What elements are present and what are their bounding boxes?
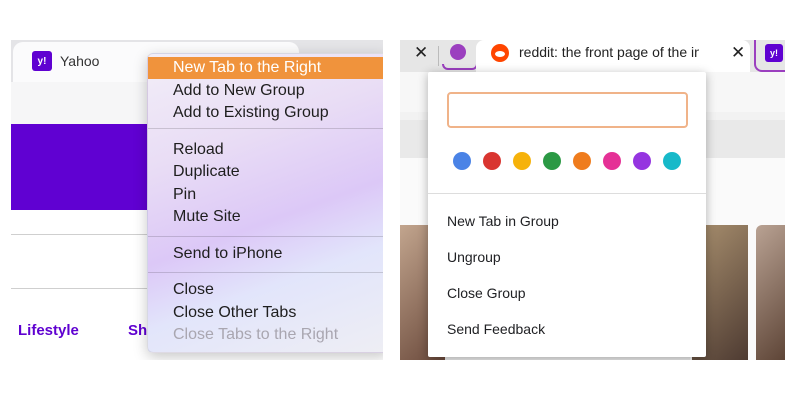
color-swatch[interactable] (543, 152, 561, 170)
left-browser-screenshot: y! Yahoo Lifestyle Sh New Tab to the Rig… (11, 40, 383, 360)
menu-item-close-other-tabs[interactable]: Close Other Tabs (148, 302, 383, 324)
photo-thumbnail (756, 225, 785, 360)
group-name-input[interactable] (447, 92, 688, 128)
menu-item-close[interactable]: Close (148, 279, 383, 301)
color-swatch[interactable] (633, 152, 651, 170)
color-swatch[interactable] (573, 152, 591, 170)
nav-link-lifestyle[interactable]: Lifestyle (18, 322, 79, 339)
menu-separator (148, 236, 383, 237)
color-swatch[interactable] (513, 152, 531, 170)
menu-separator (148, 272, 383, 273)
color-swatch[interactable] (483, 152, 501, 170)
menu-item-close-group[interactable]: Close Group (447, 285, 526, 301)
menu-item-ungroup[interactable]: Ungroup (447, 249, 501, 265)
menu-item-duplicate[interactable]: Duplicate (148, 161, 383, 183)
tab-title: Yahoo (60, 53, 100, 69)
tab-group-editor-popup: New Tab in Group Ungroup Close Group Sen… (428, 72, 706, 357)
menu-item-mute-site[interactable]: Mute Site (148, 206, 383, 228)
menu-item-close-tabs-right: Close Tabs to the Right (173, 326, 339, 343)
menu-item-new-tab-in-group[interactable]: New Tab in Group (447, 213, 559, 229)
menu-item-add-existing-group[interactable]: Add to Existing Group (148, 102, 383, 124)
reddit-tab[interactable]: reddit: the front page of the inter ✕ (476, 40, 750, 72)
yahoo-favicon-icon: y! (32, 51, 52, 71)
reddit-icon (491, 44, 509, 62)
menu-item-send-feedback[interactable]: Send Feedback (447, 321, 545, 337)
menu-item-pin[interactable]: Pin (148, 184, 383, 206)
divider (428, 193, 706, 194)
menu-item-send-to-iphone[interactable]: Send to iPhone (148, 243, 383, 265)
tab-context-menu: New Tab to the Right Add to New Group Ad… (147, 53, 383, 353)
tab-separator (438, 46, 439, 66)
color-swatch[interactable] (453, 152, 471, 170)
close-icon[interactable]: ✕ (414, 43, 428, 63)
tab-group-chip[interactable] (450, 44, 466, 60)
close-icon[interactable]: ✕ (731, 43, 745, 63)
reddit-face-shape (495, 51, 505, 57)
yahoo-favicon-icon[interactable]: y! (765, 44, 783, 62)
color-swatch[interactable] (603, 152, 621, 170)
right-browser-screenshot: ✕ reddit: the front page of the inter ✕ … (400, 40, 785, 360)
tab-group-underline (442, 64, 478, 70)
nav-link-shopping[interactable]: Sh (128, 322, 147, 339)
menu-item-new-tab-right[interactable]: New Tab to the Right (148, 57, 383, 79)
color-swatch[interactable] (663, 152, 681, 170)
menu-separator (148, 128, 383, 129)
menu-item-add-new-group[interactable]: Add to New Group (148, 80, 383, 102)
tab-strip: ✕ reddit: the front page of the inter ✕ … (400, 40, 785, 72)
tab-title: reddit: the front page of the inter (519, 44, 699, 60)
menu-item-reload[interactable]: Reload (148, 139, 383, 161)
